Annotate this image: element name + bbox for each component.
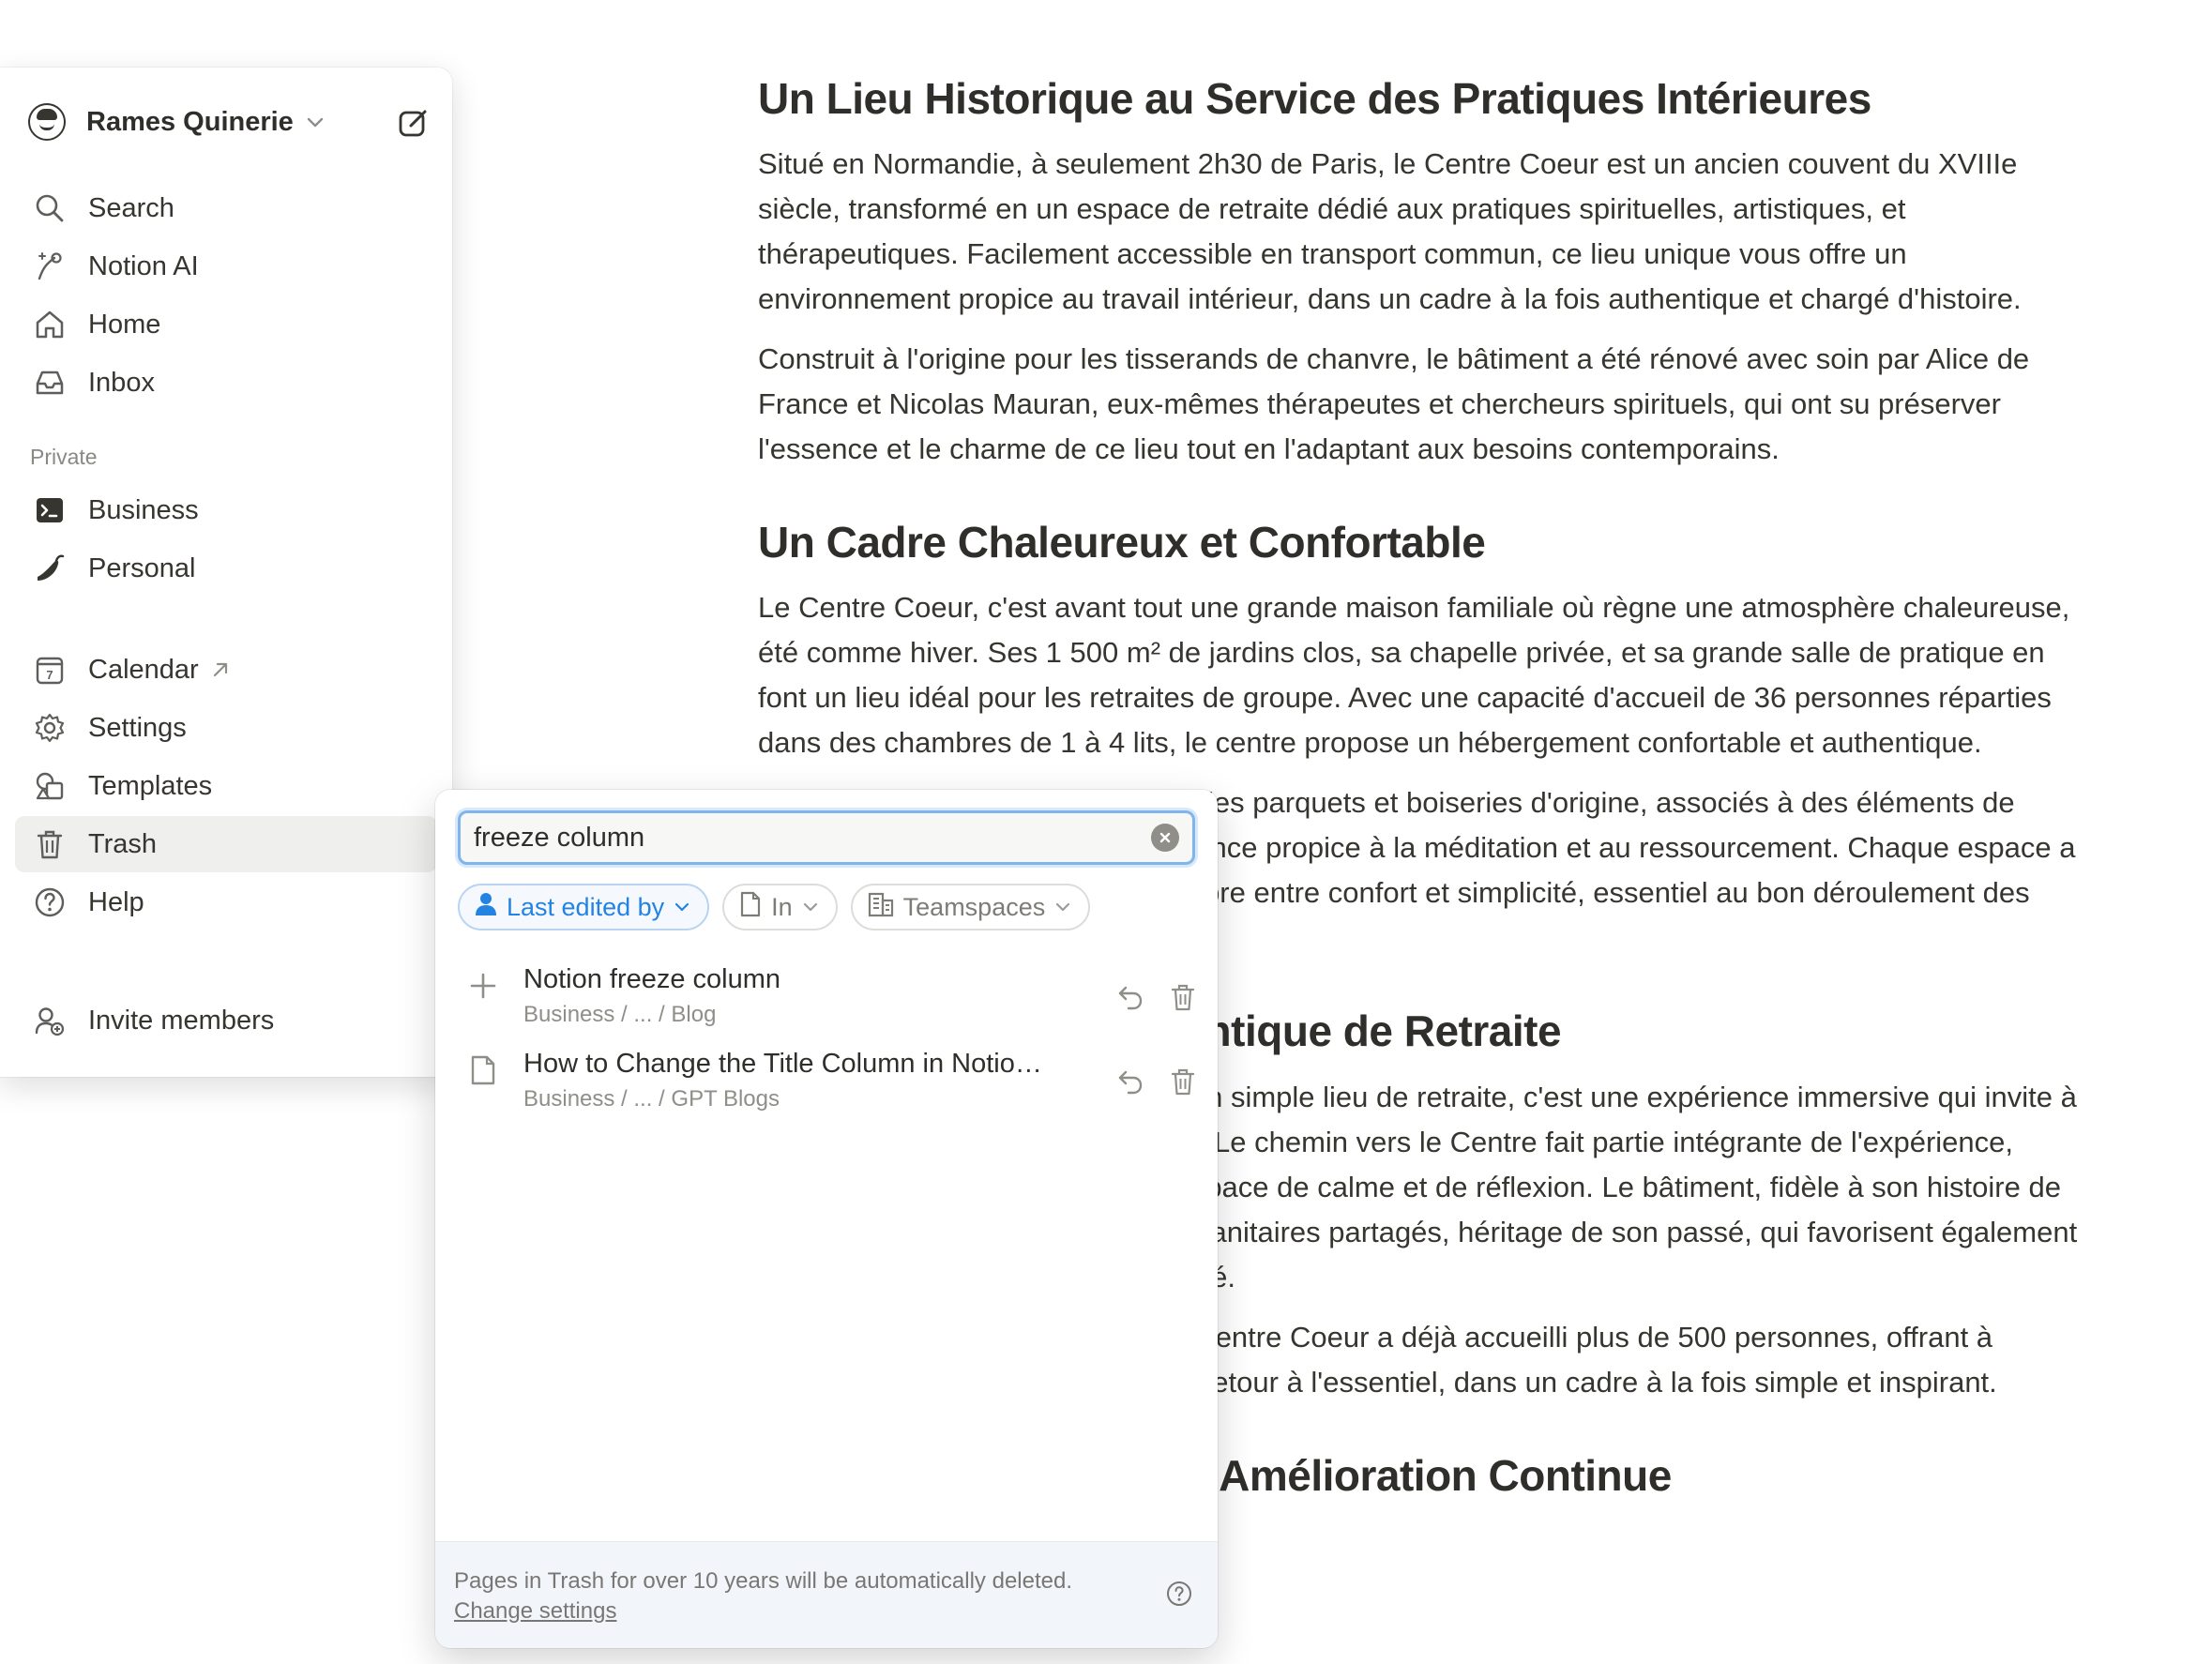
templates-icon	[32, 768, 68, 804]
trash-footer: Pages in Trash for over 10 years will be…	[435, 1541, 1218, 1648]
page-icon	[739, 891, 762, 924]
chevron-down-icon	[674, 893, 690, 922]
workspace-avatar	[28, 103, 66, 141]
sidebar-item-label: Search	[88, 192, 174, 223]
filter-teamspaces[interactable]: Teamspaces	[850, 884, 1091, 930]
plus-icon	[465, 968, 501, 1004]
trash-search-input[interactable]	[474, 822, 1151, 854]
workspace-name: Rames Quinerie	[86, 106, 294, 137]
sidebar-item-label: Notion AI	[88, 250, 199, 281]
result-path: Business / ... / GPT Blogs	[523, 1086, 780, 1112]
restore-icon[interactable]	[1114, 1066, 1146, 1097]
sidebar-item-label: Inbox	[88, 367, 155, 398]
filter-bar: Last edited by In Teamspaces	[458, 884, 1091, 930]
trash-icon	[32, 826, 68, 862]
invite-icon	[32, 1003, 68, 1038]
sidebar-item-trash[interactable]: Trash	[15, 816, 437, 872]
doc-section: Un Lieu Historique au Service des Pratiq…	[758, 73, 2090, 472]
sidebar-item-calendar[interactable]: 7 Calendar	[15, 642, 437, 698]
page-icon	[465, 1052, 501, 1088]
trash-search-box[interactable]	[458, 810, 1195, 865]
notion-ai-icon	[32, 249, 68, 284]
sidebar-item-label: Help	[88, 886, 144, 917]
sidebar-item-search[interactable]: Search	[15, 180, 437, 236]
inbox-icon	[32, 365, 68, 401]
filter-label: Last edited by	[507, 892, 665, 921]
paragraph: Le Centre Coeur, c'est avant tout une gr…	[758, 591, 2070, 760]
sidebar-item-label: Home	[88, 309, 161, 340]
sidebar-item-business[interactable]: Business	[15, 482, 437, 538]
clear-search-icon[interactable]	[1151, 824, 1179, 852]
sidebar-item-label: Calendar	[88, 654, 199, 685]
section-heading: Un Lieu Historique au Service des Pratiq…	[758, 74, 1871, 123]
gear-icon	[32, 710, 68, 746]
chevron-down-icon	[305, 112, 326, 132]
sidebar-item-inbox[interactable]: Inbox	[15, 355, 437, 411]
sidebar-item-notion-ai[interactable]: Notion AI	[15, 238, 437, 295]
filter-label: Teamspaces	[902, 892, 1046, 921]
pepper-icon	[32, 551, 68, 586]
sidebar-item-label: Trash	[88, 828, 158, 859]
sidebar-item-label: Settings	[88, 712, 187, 743]
filter-in[interactable]: In	[722, 884, 838, 930]
sidebar-item-settings[interactable]: Settings	[15, 700, 437, 756]
search-icon	[32, 190, 68, 226]
home-icon	[32, 307, 68, 342]
paragraph: Construit à l'origine pour les tisserand…	[758, 342, 2030, 466]
sidebar-item-templates[interactable]: Templates	[15, 758, 437, 814]
sidebar: Rames Quinerie Search Notion AI Home Inb…	[0, 68, 452, 1077]
result-title: How to Change the Title Column in Notion…	[523, 1049, 1049, 1079]
restore-icon[interactable]	[1114, 981, 1146, 1013]
trash-popover: Last edited by In Teamspaces	[435, 790, 1218, 1648]
footer-notice: Pages in Trash for over 10 years will be…	[454, 1568, 1073, 1594]
trash-result-item[interactable]: How to Change the Title Column in Notion…	[458, 1045, 1199, 1124]
external-link-icon	[210, 659, 231, 680]
result-title: Notion freeze column	[523, 964, 781, 994]
sidebar-item-home[interactable]: Home	[15, 296, 437, 353]
invite-members-button[interactable]: Invite members	[15, 992, 437, 1049]
sidebar-item-label: Templates	[88, 770, 213, 801]
change-settings-link[interactable]: Change settings	[454, 1596, 1199, 1626]
calendar-day: 7	[46, 668, 53, 682]
paragraph: Situé en Normandie, à seulement 2h30 de …	[758, 147, 2022, 316]
building-icon	[868, 891, 894, 924]
terminal-icon	[32, 492, 68, 528]
workspace-switcher[interactable]: Rames Quinerie	[28, 92, 432, 152]
sidebar-item-label: Invite members	[88, 1005, 275, 1036]
new-page-icon[interactable]	[396, 105, 432, 141]
sidebar-item-help[interactable]: Help	[15, 874, 437, 930]
delete-permanently-icon[interactable]	[1167, 981, 1199, 1013]
person-icon	[475, 892, 497, 923]
delete-permanently-icon[interactable]	[1167, 1066, 1199, 1097]
section-heading: Un Cadre Chaleureux et Confortable	[758, 518, 1486, 567]
result-path: Business / ... / Blog	[523, 1002, 717, 1027]
trash-result-item[interactable]: Notion freeze column Business / ... / Bl…	[458, 961, 1199, 1039]
help-icon	[32, 885, 68, 920]
sidebar-item-label: Personal	[88, 552, 196, 583]
chevron-down-icon	[802, 893, 819, 922]
sidebar-item-label: Business	[88, 494, 199, 525]
filter-label: In	[771, 892, 793, 921]
calendar-icon: 7	[32, 652, 68, 688]
help-icon[interactable]	[1165, 1580, 1193, 1608]
filter-last-edited-by[interactable]: Last edited by	[458, 884, 710, 930]
sidebar-item-personal[interactable]: Personal	[15, 540, 437, 597]
private-section-label: Private	[30, 445, 98, 469]
chevron-down-icon	[1054, 893, 1071, 922]
